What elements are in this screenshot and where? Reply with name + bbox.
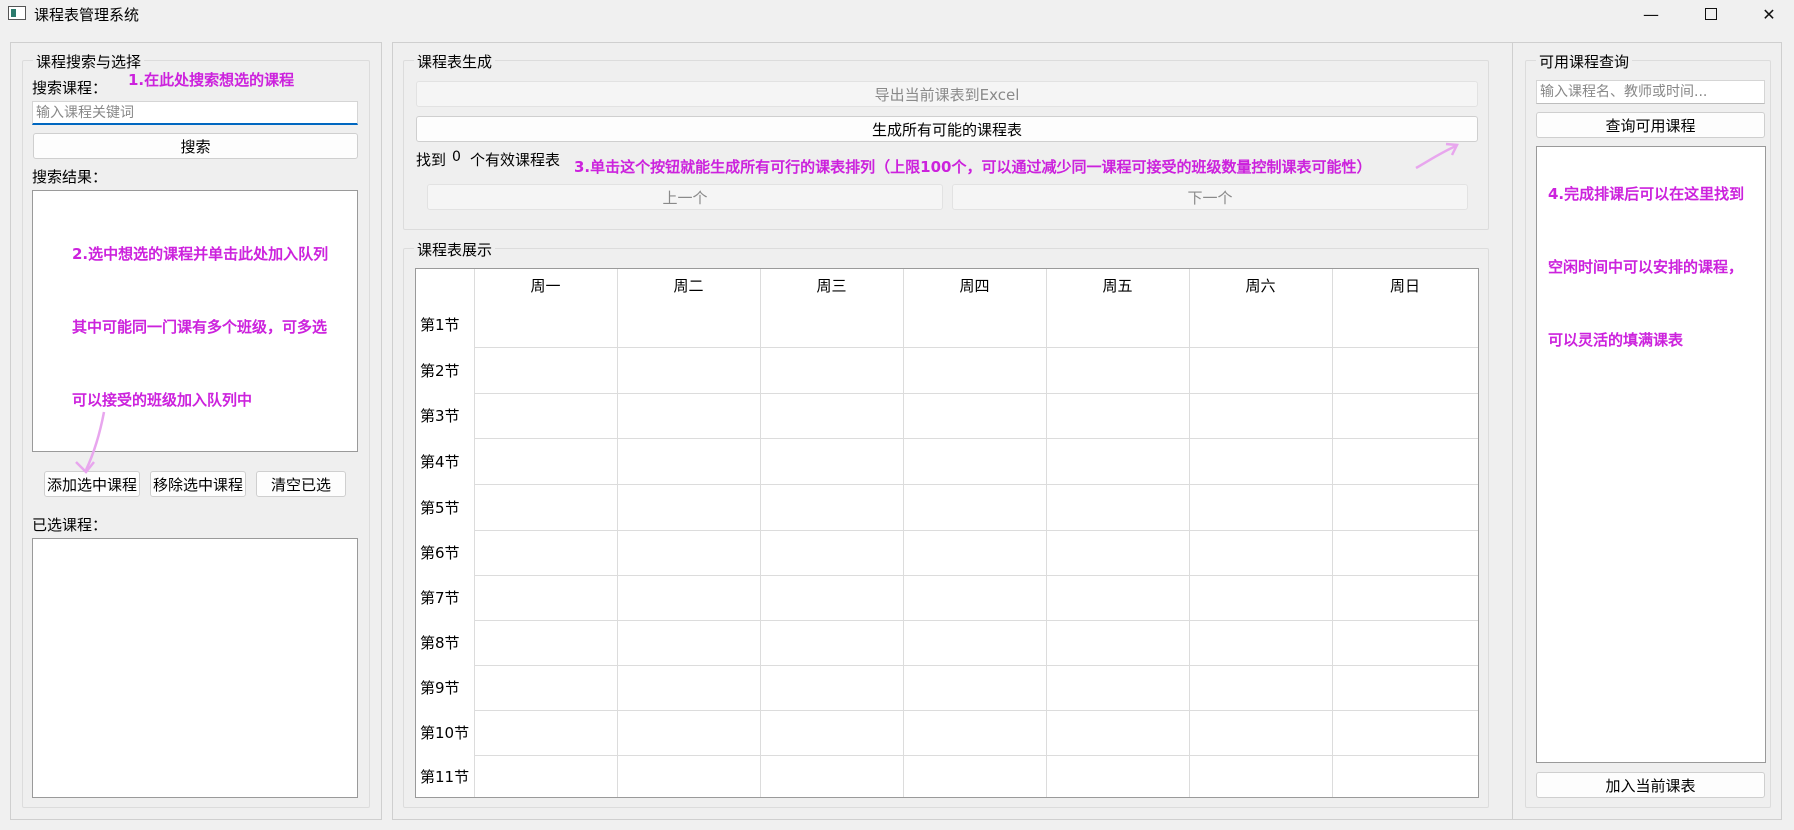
query-available-button[interactable]: 查询可用课程 [1536, 112, 1765, 138]
grid-hline [474, 393, 1478, 394]
grid-hline [474, 665, 1478, 666]
clear-selected-button[interactable]: 清空已选 [256, 471, 346, 497]
annotation-arrow-icon [1415, 142, 1459, 170]
annotation-step4-line2: 空闲时间中可以安排的课程， [1548, 258, 1744, 276]
grid-hline [474, 347, 1478, 348]
period-header: 第1节 [420, 315, 460, 334]
period-header: 第11节 [420, 767, 470, 786]
prev-schedule-button[interactable]: 上一个 [427, 184, 943, 210]
annotation-step2-line2: 其中可能同一门课有多个班级，可多选 [72, 318, 328, 336]
grid-hline [474, 620, 1478, 621]
title-bar: 课程表管理系统 — ✕ [0, 0, 1794, 28]
period-header: 第7节 [420, 589, 460, 607]
maximize-button[interactable] [1688, 0, 1734, 28]
search-button[interactable]: 搜索 [33, 133, 358, 159]
window-title: 课程表管理系统 [34, 6, 140, 24]
period-header: 第6节 [420, 544, 460, 562]
annotation-step2-line3: 可以接受的班级加入队列中 [72, 391, 253, 409]
grid-hline [474, 438, 1478, 439]
available-courses-group-title: 可用课程查询 [1536, 51, 1633, 72]
annotation-step2-line1: 2.选中想选的课程并单击此处加入队列 [72, 245, 329, 263]
results-label: 搜索结果： [32, 168, 108, 186]
available-courses-list[interactable] [1536, 146, 1766, 763]
annotation-step4-line3: 可以灵活的填满课表 [1548, 331, 1684, 349]
selected-label: 已选课程： [32, 516, 108, 534]
period-header: 第2节 [420, 361, 460, 380]
add-to-schedule-button[interactable]: 加入当前课表 [1536, 772, 1765, 798]
day-header: 周六 [1245, 276, 1276, 295]
close-button[interactable]: ✕ [1746, 0, 1792, 28]
search-input[interactable] [32, 101, 358, 125]
grid-vline [1046, 269, 1047, 797]
course-query-input[interactable] [1536, 80, 1765, 104]
search-label: 搜索课程： [32, 79, 108, 97]
grid-hline [474, 755, 1478, 756]
grid-vline [1332, 269, 1333, 797]
annotation-arrow-icon [75, 411, 106, 474]
day-header: 周三 [816, 276, 847, 295]
found-suffix: 个有效课程表 [470, 151, 561, 169]
remove-selected-button[interactable]: 移除选中课程 [150, 471, 246, 497]
grid-hline [474, 575, 1478, 576]
found-count: 0 [452, 149, 461, 165]
day-header: 周日 [1389, 276, 1420, 295]
grid-hline [474, 484, 1478, 485]
grid-vline [903, 269, 904, 797]
grid-vline [760, 269, 761, 797]
period-header: 第8节 [420, 634, 460, 652]
annotation-step4-line1: 4.完成排课后可以在这里找到 [1548, 185, 1745, 203]
annotation-step3: 3.单击这个按钮就能生成所有可行的课表排列（上限100个，可以通过减少同一课程可… [574, 158, 1372, 176]
grid-hline [474, 710, 1478, 711]
maximize-icon [1705, 8, 1717, 20]
period-header: 第4节 [420, 452, 460, 471]
day-header: 周四 [959, 276, 990, 295]
day-header: 周二 [673, 276, 704, 295]
day-header: 周一 [530, 276, 561, 295]
period-header: 第5节 [420, 498, 460, 517]
period-header: 第10节 [420, 724, 470, 742]
day-header: 周五 [1102, 276, 1133, 295]
close-icon: ✕ [1762, 4, 1776, 24]
minimize-icon: — [1643, 4, 1659, 24]
generate-group-title: 课程表生成 [414, 51, 496, 72]
period-header: 第9节 [420, 679, 460, 697]
period-header: 第3节 [420, 407, 460, 425]
schedule-display-group-title: 课程表展示 [414, 239, 496, 260]
selected-courses-list[interactable] [32, 538, 358, 798]
export-excel-button[interactable]: 导出当前课表到Excel [416, 81, 1478, 107]
annotation-step1: 1.在此处搜索想选的课程 [128, 71, 295, 89]
generate-schedules-button[interactable]: 生成所有可能的课程表 [416, 116, 1478, 142]
found-prefix: 找到 [416, 151, 447, 169]
grid-vline [1189, 269, 1190, 797]
grid-vline [474, 269, 475, 797]
schedule-table[interactable]: 周一 周二 周三 周四 周五 周六 周日 第1节 第2节 第3节 第4节 第5节… [415, 268, 1479, 798]
grid-vline [617, 269, 618, 797]
next-schedule-button[interactable]: 下一个 [952, 184, 1468, 210]
minimize-button[interactable]: — [1628, 0, 1674, 28]
grid-hline [474, 530, 1478, 531]
app-icon [8, 6, 26, 20]
